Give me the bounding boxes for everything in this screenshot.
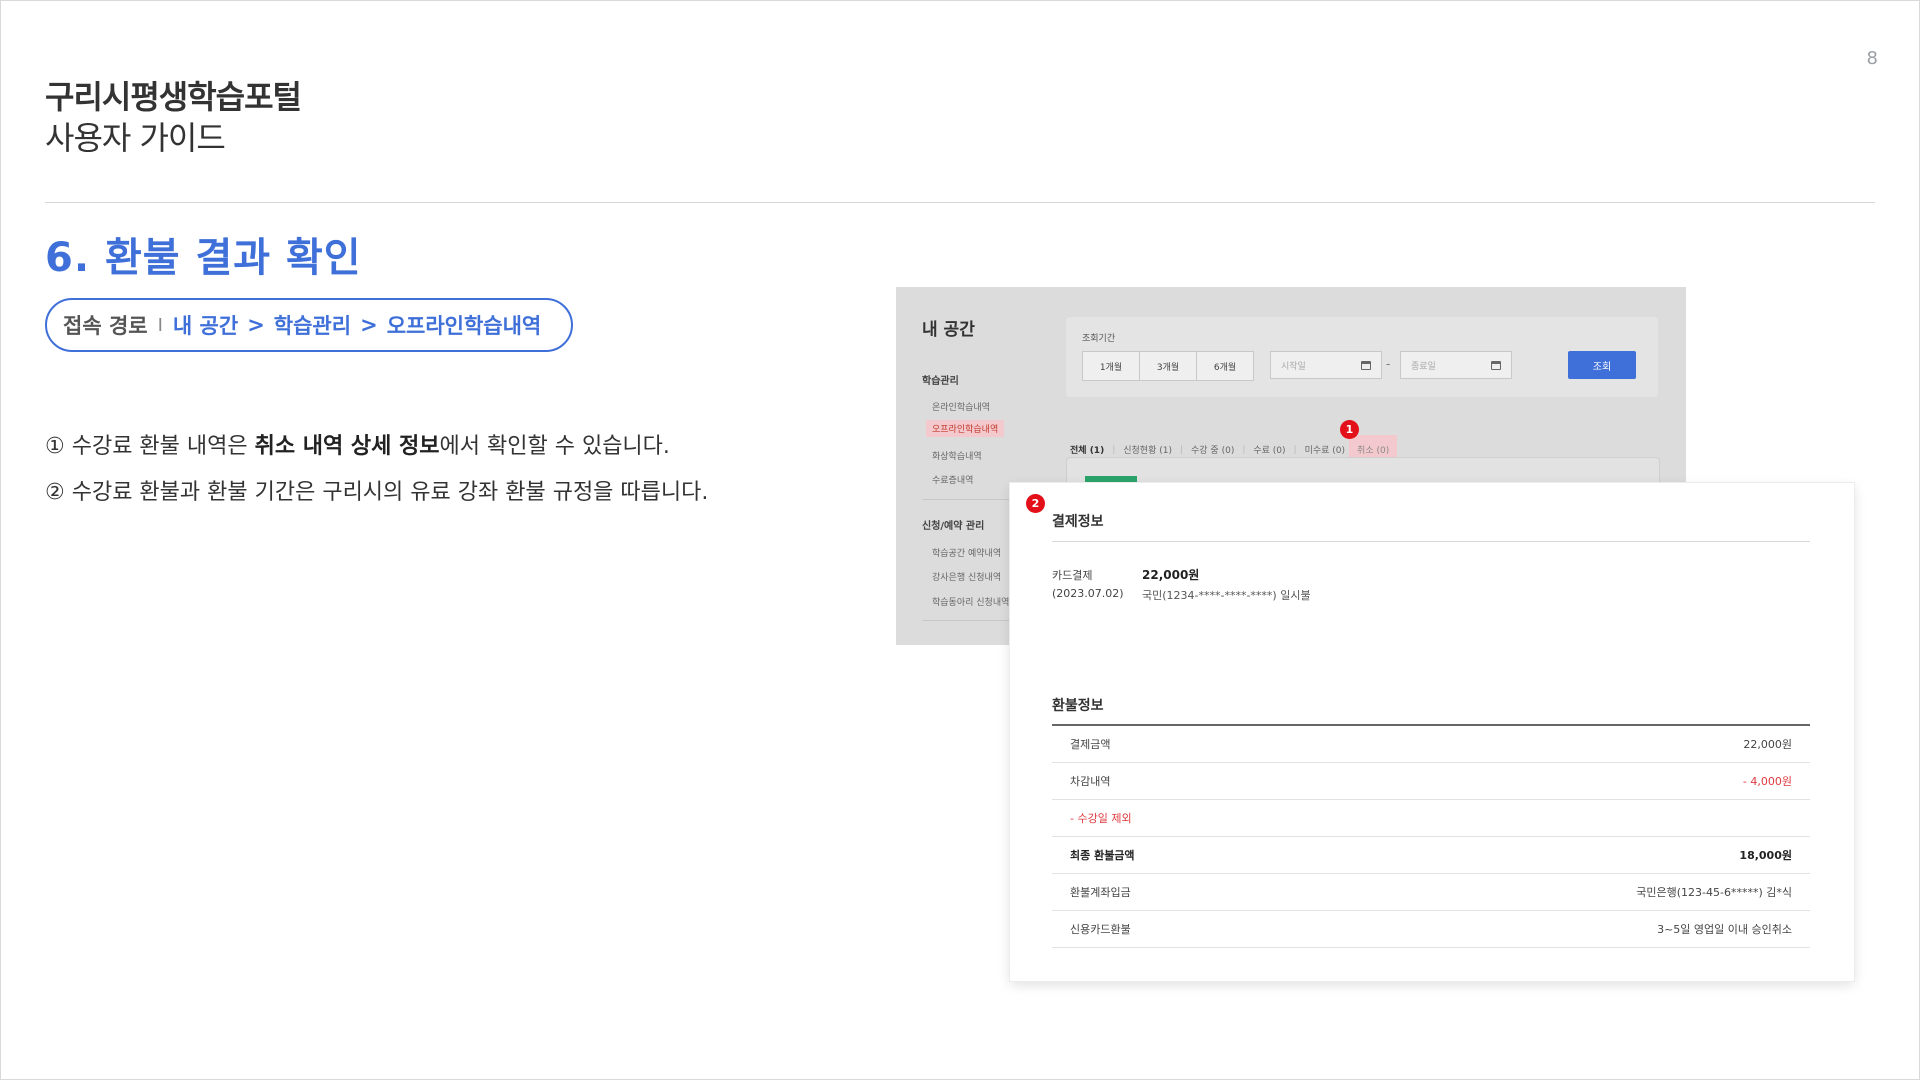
tab-separator: | [1242, 444, 1246, 455]
refund-row-deduction: 차감내역 - 4,000원 [1052, 763, 1810, 800]
sidebar-item-instructor[interactable]: 강사은행 신청내역 [926, 568, 1007, 585]
access-path-crumb-3: 오프라인학습내역 [386, 314, 542, 338]
tab-separator: | [1293, 444, 1297, 455]
period-segment: 1개월 3개월 6개월 [1082, 351, 1254, 381]
access-path-crumb-2: 학습관리 [273, 314, 352, 338]
header-divider [45, 202, 1875, 203]
refund-label: - 수강일 제외 [1070, 812, 1132, 825]
tab-in-progress[interactable]: 수강 중 (0) [1187, 443, 1238, 456]
sidebar-divider [922, 620, 1022, 621]
refund-row-payment: 결제금액 22,000원 [1052, 726, 1810, 763]
sidebar-group-reservation: 신청/예약 관리 [922, 521, 985, 532]
callout-marker-1: 1 [1340, 420, 1359, 439]
refund-label: 환불계좌입금 [1070, 886, 1131, 899]
access-path-crumb-1: 내 공간 [172, 314, 239, 338]
sidebar-item-online[interactable]: 온라인학습내역 [926, 398, 996, 415]
sidebar-item-club[interactable]: 학습동아리 신청내역 [926, 593, 1015, 610]
refund-label: 차감내역 [1070, 775, 1111, 788]
access-path-label: 접속 경로 [63, 314, 148, 338]
access-path-pill: 접속 경로 I 내 공간 > 학습관리 > 오프라인학습내역 [45, 298, 574, 352]
access-path-arrow: > [360, 313, 378, 337]
tab-separator: | [1112, 444, 1116, 455]
description-text: ① 수강료 환불 내역은 [45, 434, 255, 459]
sidebar-group-learning: 학습관리 [922, 376, 959, 387]
payment-method: 카드결제 [1052, 569, 1093, 582]
tab-applied[interactable]: 신청현황 (1) [1119, 443, 1176, 456]
start-date-field[interactable]: 시작일 [1270, 351, 1382, 379]
payment-card: 국민(1234-****-****-****) 일시불 [1142, 589, 1311, 602]
refund-label: 결제금액 [1070, 738, 1111, 751]
refund-row-account: 환불계좌입금 국민은행(123-45-6*****) 김*식 [1052, 874, 1810, 911]
section-title: 6. 환불 결과 확인 [45, 235, 362, 281]
page-number: 8 [1866, 48, 1878, 69]
start-date-placeholder: 시작일 [1281, 361, 1306, 372]
refund-label: 최종 환불금액 [1070, 849, 1135, 862]
refund-row-deduction-note: - 수강일 제외 [1052, 800, 1810, 837]
sidebar-item-certificate[interactable]: 수료증내역 [926, 471, 979, 488]
refund-info-title: 환불정보 [1052, 698, 1104, 714]
refund-row-credit-card: 신용카드환불 3~5일 영업일 이내 승인취소 [1052, 911, 1810, 948]
payment-info-title: 결제정보 [1052, 514, 1104, 530]
payment-amount: 22,000원 [1142, 568, 1200, 582]
period-label: 조회기간 [1082, 334, 1116, 344]
description-text: ② 수강료 환불과 환불 기간은 구리시의 유료 강좌 환불 규정을 따릅니다. [45, 480, 709, 505]
end-date-field[interactable]: 종료일 [1400, 351, 1512, 379]
end-date-placeholder: 종료일 [1411, 361, 1436, 372]
description-text: 에서 확인할 수 있습니다. [439, 434, 670, 459]
search-button[interactable]: 조회 [1568, 351, 1636, 379]
tab-incomplete[interactable]: 미수료 (0) [1301, 443, 1349, 456]
sidebar-item-video[interactable]: 화상학습내역 [926, 447, 988, 464]
payment-date: (2023.07.02) [1052, 587, 1124, 600]
tab-separator: | [1179, 444, 1184, 455]
document-title: 구리시평생학습포털 [45, 78, 302, 116]
period-3-months[interactable]: 3개월 [1140, 352, 1197, 380]
access-path-arrow: > [247, 313, 265, 337]
calendar-icon [1491, 360, 1501, 370]
description-line-1: ① 수강료 환불 내역은 취소 내역 상세 정보에서 확인할 수 있습니다. [45, 428, 670, 460]
document-subtitle: 사용자 가이드 [45, 119, 226, 157]
tab-all[interactable]: 전체 (1) [1066, 443, 1108, 456]
period-1-month[interactable]: 1개월 [1083, 352, 1140, 380]
refund-value: 3~5일 영업일 이내 승인취소 [1657, 923, 1792, 936]
access-path-separator: I [157, 314, 163, 336]
period-filter-box: 조회기간 1개월 3개월 6개월 시작일 - 종료일 조회 [1066, 317, 1658, 397]
refund-value: 국민은행(123-45-6*****) 김*식 [1636, 886, 1792, 899]
refund-label: 신용카드환불 [1070, 923, 1131, 936]
date-dash: - [1386, 357, 1391, 371]
sidebar-item-space[interactable]: 학습공간 예약내역 [926, 544, 1007, 561]
sidebar-item-offline[interactable]: 오프라인학습내역 [926, 420, 1005, 437]
period-6-months[interactable]: 6개월 [1197, 352, 1253, 380]
my-space-heading: 내 공간 [922, 320, 975, 340]
callout-marker-2: 2 [1026, 494, 1045, 513]
sidebar-divider [922, 499, 1022, 500]
payment-divider [1052, 541, 1810, 542]
calendar-icon [1361, 360, 1371, 370]
description-bold: 취소 내역 상세 정보 [254, 434, 440, 459]
refund-value: 22,000원 [1743, 738, 1792, 751]
cancel-detail-card: 2 결제정보 카드결제 (2023.07.02) 22,000원 국민(1234… [1010, 483, 1854, 981]
refund-value: - 4,000원 [1742, 775, 1792, 788]
tab-completed[interactable]: 수료 (0) [1249, 443, 1289, 456]
refund-row-final: 최종 환불금액 18,000원 [1052, 837, 1810, 874]
refund-value: 18,000원 [1739, 849, 1792, 862]
description-line-2: ② 수강료 환불과 환불 기간은 구리시의 유료 강좌 환불 규정을 따릅니다. [45, 474, 708, 506]
